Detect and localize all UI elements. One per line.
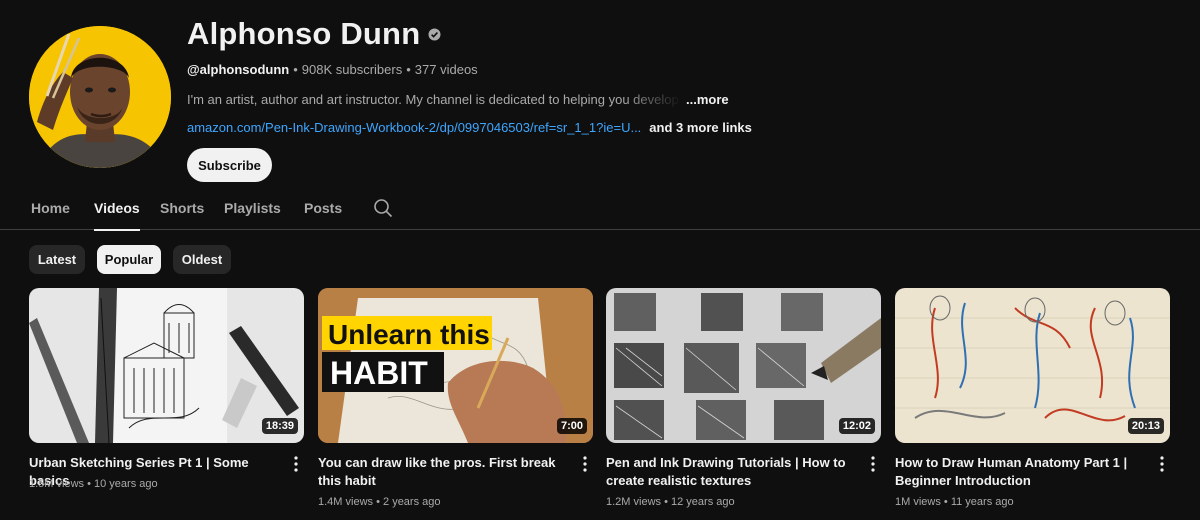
video-duration: 12:02	[838, 418, 875, 434]
channel-meta: @alphonsodunn • 908K subscribers • 377 v…	[187, 60, 752, 78]
kebab-menu-icon[interactable]	[577, 455, 593, 473]
video-card: 20:13 How to Draw Human Anatomy Part 1 |…	[895, 288, 1170, 508]
search-icon[interactable]	[373, 198, 393, 218]
video-thumbnail[interactable]: 18:39	[29, 288, 304, 443]
video-duration: 7:00	[556, 418, 587, 434]
video-card: 12:02 Pen and Ink Drawing Tutorials | Ho…	[606, 288, 881, 508]
tab-shorts[interactable]: Shorts	[160, 186, 204, 230]
channel-links: amazon.com/Pen-Ink-Drawing-Workbook-2/dp…	[187, 118, 752, 136]
meta-separator: •	[943, 496, 948, 508]
video-thumbnail[interactable]: Unlearn this HABIT 7:00	[318, 288, 593, 443]
video-views: 1.2M views	[606, 496, 662, 508]
video-age: 2 years ago	[383, 496, 441, 508]
video-duration: 18:39	[261, 418, 298, 434]
meta-separator: •	[664, 496, 668, 508]
video-title[interactable]: How to Draw Human Anatomy Part 1 | Begin…	[895, 454, 1140, 490]
meta-separator: •	[293, 61, 298, 77]
thumb-text-line1: Unlearn this	[328, 319, 490, 350]
video-count: 377 videos	[414, 61, 478, 77]
video-thumbnail[interactable]: 12:02	[606, 288, 881, 443]
video-age: 11 years ago	[950, 496, 1014, 508]
channel-description[interactable]: I'm an artist, author and art instructor…	[187, 90, 747, 108]
video-views: 1.5M views	[29, 478, 85, 490]
chip-popular[interactable]: Popular	[97, 245, 161, 274]
meta-separator: •	[87, 478, 91, 490]
channel-info: Alphonso Dunn @alphonsodunn • 908K subsc…	[187, 12, 752, 182]
video-age: 10 years ago	[94, 478, 158, 490]
channel-handle: @alphonsodunn	[187, 61, 290, 77]
video-title[interactable]: Pen and Ink Drawing Tutorials | How to c…	[606, 454, 851, 490]
channel-tabs: Home Videos Shorts Playlists Posts	[0, 186, 1200, 231]
video-thumbnail[interactable]: 20:13	[895, 288, 1170, 443]
channel-header: Alphonso Dunn @alphonsodunn • 908K subsc…	[29, 12, 1189, 182]
video-duration: 20:13	[1127, 418, 1164, 434]
meta-separator: •	[376, 496, 380, 508]
verified-check-icon	[428, 28, 441, 41]
kebab-menu-icon[interactable]	[288, 455, 304, 473]
kebab-menu-icon[interactable]	[865, 455, 881, 473]
chip-latest[interactable]: Latest	[29, 245, 85, 274]
description-more-button[interactable]: ...more	[686, 92, 729, 107]
tab-posts[interactable]: Posts	[304, 186, 342, 230]
video-meta: 1.4M views • 2 years ago	[318, 496, 441, 508]
thumb-text-line2: HABIT	[330, 355, 428, 391]
channel-name-row: Alphonso Dunn	[187, 12, 752, 56]
video-meta: 1.5M views • 10 years ago	[29, 478, 158, 490]
video-views: 1.4M views	[318, 496, 374, 508]
subscribe-button[interactable]: Subscribe	[187, 148, 272, 182]
more-links-button[interactable]: and 3 more links	[649, 120, 752, 135]
video-card: 18:39 Urban Sketching Series Pt 1 | Some…	[29, 288, 304, 490]
video-age: 12 years ago	[671, 496, 735, 508]
tab-home[interactable]: Home	[31, 186, 70, 230]
channel-link[interactable]: amazon.com/Pen-Ink-Drawing-Workbook-2/dp…	[187, 120, 641, 135]
video-title[interactable]: You can draw like the pros. First break …	[318, 454, 563, 490]
channel-avatar[interactable]	[29, 26, 171, 168]
video-meta: 1.2M views • 12 years ago	[606, 496, 735, 508]
tab-playlists[interactable]: Playlists	[224, 186, 281, 230]
video-meta: 1M views • 11 years ago	[895, 496, 1014, 508]
kebab-menu-icon[interactable]	[1154, 455, 1170, 473]
video-card: Unlearn this HABIT 7:00 You can draw lik…	[318, 288, 593, 508]
channel-name: Alphonso Dunn	[187, 16, 421, 51]
tab-videos[interactable]: Videos	[94, 186, 140, 231]
subscriber-count: 908K subscribers	[301, 61, 403, 77]
description-text: I'm an artist, author and art instructor…	[187, 91, 682, 107]
video-views: 1M views	[895, 496, 941, 508]
chip-oldest[interactable]: Oldest	[173, 245, 231, 274]
meta-separator: •	[406, 61, 411, 77]
